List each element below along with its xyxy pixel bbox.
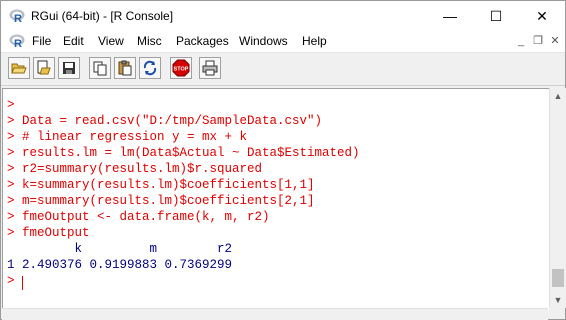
load-workspace-icon [37, 60, 51, 75]
console-line: > m=summary(results.lm)$coefficients[2,1… [7, 194, 315, 208]
child-close-button[interactable]: ✕ [547, 34, 563, 48]
save-button[interactable] [58, 57, 80, 79]
copy-icon [93, 61, 107, 76]
maximize-icon: ☐ [489, 7, 503, 24]
vertical-scrollbar[interactable]: ▲ ▼ [549, 88, 566, 308]
menu-windows[interactable]: Windows [239, 34, 288, 48]
menu-misc[interactable]: Misc [137, 34, 162, 48]
console-line: > fmeOutput [7, 226, 90, 240]
console-line: > [7, 98, 15, 112]
scroll-down-icon[interactable]: ▼ [550, 292, 566, 308]
output-row-line: 1 2.490376 0.9199883 0.7369299 [7, 258, 233, 272]
menu-packages[interactable]: Packages [176, 34, 229, 48]
stop-icon: STOP [172, 59, 190, 77]
open-script-button[interactable] [8, 57, 30, 79]
window-title: RGui (64-bit) - [R Console] [31, 9, 174, 23]
print-button[interactable] [199, 57, 221, 79]
child-minimize-button[interactable]: _ [513, 34, 529, 48]
paste-icon [118, 60, 132, 76]
console-line: > # linear regression y = mx + k [7, 130, 248, 144]
console-line: > results.lm = lm(Data$Actual ~ Data$Est… [7, 146, 360, 160]
console-line: > Data = read.csv("D:/tmp/SampleData.csv… [7, 114, 323, 128]
horizontal-scrollbar[interactable] [2, 308, 548, 320]
paste-button[interactable] [114, 57, 136, 79]
rgui-window: R RGui (64-bit) - [R Console] — ☐ ✕ R Fi… [0, 0, 566, 320]
scroll-up-icon[interactable]: ▲ [550, 88, 566, 104]
menu-view[interactable]: View [98, 34, 124, 48]
output-header-line: k m r2 [7, 242, 233, 256]
stop-button[interactable]: STOP [170, 57, 192, 79]
r-console[interactable]: > > Data = read.csv("D:/tmp/SampleData.c… [2, 88, 549, 311]
menu-edit[interactable]: Edit [63, 34, 84, 48]
print-icon [202, 60, 218, 76]
minimize-button[interactable]: — [427, 1, 473, 31]
toolbar: STOP [1, 53, 565, 86]
console-line: > r2=summary(results.lm)$r.squared [7, 162, 263, 176]
scrollbar-corner [549, 308, 565, 319]
console-line: > k=summary(results.lm)$coefficients[1,1… [7, 178, 315, 192]
text-cursor [22, 276, 23, 290]
copy-paste-button[interactable] [139, 57, 161, 79]
svg-text:R: R [14, 38, 22, 48]
minimize-icon: — [443, 8, 457, 24]
copy-paste-icon [143, 60, 157, 76]
title-bar[interactable]: R RGui (64-bit) - [R Console] — ☐ ✕ [1, 1, 565, 31]
child-restore-button[interactable]: ❐ [530, 34, 546, 48]
menu-bar: R File Edit View Misc Packages Windows H… [1, 31, 565, 53]
menu-file[interactable]: File [32, 34, 51, 48]
r-logo-icon: R [9, 9, 25, 23]
input-prompt-line[interactable]: > [7, 273, 22, 289]
svg-text:R: R [14, 13, 22, 23]
close-button[interactable]: ✕ [519, 1, 565, 31]
scroll-thumb[interactable] [552, 269, 564, 287]
copy-button[interactable] [89, 57, 111, 79]
console-line: > fmeOutput <- data.frame(k, m, r2) [7, 210, 270, 224]
menu-help[interactable]: Help [302, 34, 327, 48]
maximize-button[interactable]: ☐ [473, 1, 519, 31]
stop-label: STOP [174, 67, 189, 73]
r-console-icon[interactable]: R [9, 34, 25, 48]
load-workspace-button[interactable] [33, 57, 55, 79]
close-icon: ✕ [536, 7, 548, 24]
save-icon [63, 62, 75, 74]
open-script-icon [11, 63, 27, 74]
